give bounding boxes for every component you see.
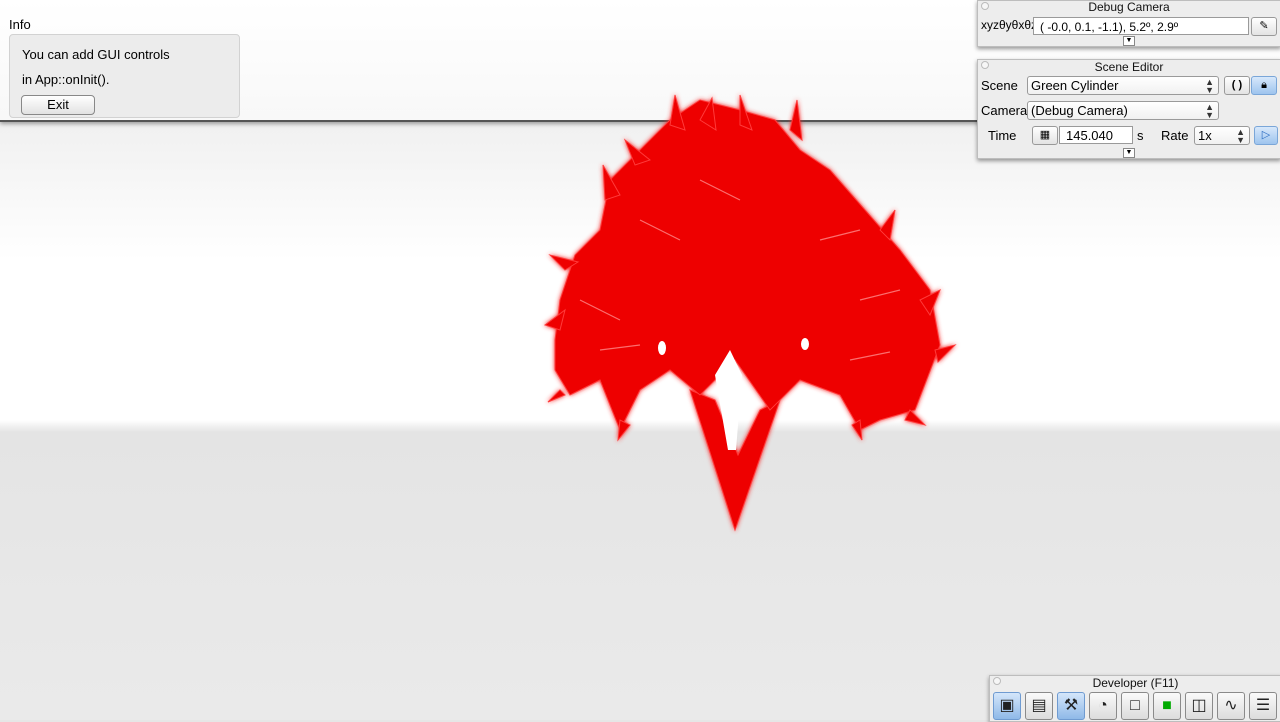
debug-camera-window: Debug Camera xyzθyθxθz ( -0.0, 0.1, -1.1… xyxy=(977,0,1280,47)
camera-select[interactable]: (Debug Camera) ▲ ▼ xyxy=(1027,101,1219,120)
windows-icon[interactable]: ◫ xyxy=(1185,692,1213,720)
scene-label: Scene xyxy=(981,78,1018,93)
scene-select[interactable]: Green Cylinder ▲ ▼ xyxy=(1027,76,1219,95)
camera-bookmark-button[interactable]: ✎ xyxy=(1251,17,1277,36)
play-button[interactable]: ▷ xyxy=(1254,126,1278,145)
reload-icon: ( ) xyxy=(1231,79,1243,91)
scene-select-value: Green Cylinder xyxy=(1031,78,1119,93)
rate-select[interactable]: 1x ▲ ▼ xyxy=(1194,126,1250,145)
info-text-line-2: in App::onInit(). xyxy=(22,72,110,87)
clock-icon[interactable]: ◔ xyxy=(1089,692,1117,720)
chevron-down-icon[interactable]: ▼ xyxy=(1123,36,1135,46)
exit-button[interactable]: Exit xyxy=(21,95,95,115)
tools-icon[interactable]: ⚒ xyxy=(1057,692,1085,720)
camera-label: Camera xyxy=(981,103,1028,118)
camera-icon[interactable]: ▣ xyxy=(993,692,1021,720)
pencil-icon: ✎ xyxy=(1259,20,1269,32)
coord-label: xyzθyθxθz xyxy=(981,18,1038,32)
window-title[interactable]: Developer (F11) xyxy=(990,677,1280,689)
window-title[interactable]: Debug Camera xyxy=(978,1,1280,13)
time-lock-button[interactable]: ▦ xyxy=(1032,126,1058,145)
rate-select-value: 1x xyxy=(1198,128,1212,143)
time-field[interactable]: 145.040 xyxy=(1059,126,1133,144)
document-icon[interactable]: ☰ xyxy=(1249,692,1277,720)
terminal-icon[interactable]: ■ xyxy=(1153,692,1181,720)
updown-icon: ▲ ▼ xyxy=(1236,127,1245,145)
developer-window: Developer (F11) ▣ ▤ ⚒ ◔ □ ■ ◫ ∿ ☰ xyxy=(989,675,1280,722)
time-label: Time xyxy=(988,128,1017,143)
reload-scene-button[interactable]: ( ) xyxy=(1224,76,1250,95)
camera-select-value: (Debug Camera) xyxy=(1031,103,1128,118)
updown-icon: ▲ ▼ xyxy=(1205,102,1214,120)
chevron-down-icon[interactable]: ▼ xyxy=(1123,148,1135,158)
info-title: Info xyxy=(9,17,31,32)
rate-label: Rate xyxy=(1161,128,1189,143)
info-text-line-1: You can add GUI controls xyxy=(22,47,170,62)
window-title[interactable]: Scene Editor xyxy=(978,61,1280,73)
lock-button[interactable]: 🔒︎ xyxy=(1251,76,1277,95)
camera-coord-field[interactable]: ( -0.0, 0.1, -1.1), 5.2º, 2.9º xyxy=(1033,17,1249,35)
updown-icon: ▲ ▼ xyxy=(1205,77,1214,95)
note-icon[interactable]: □ xyxy=(1121,692,1149,720)
clapperboard-icon[interactable]: ▤ xyxy=(1025,692,1053,720)
play-icon: ▷ xyxy=(1261,129,1271,141)
lock-icon: 🔒︎ xyxy=(1261,79,1267,91)
film-icon: ▦ xyxy=(1039,129,1051,141)
graph-monitor-icon[interactable]: ∿ xyxy=(1217,692,1245,720)
info-panel: You can add GUI controls in App::onInit(… xyxy=(9,34,240,118)
time-unit: s xyxy=(1137,128,1144,143)
scene-editor-window: Scene Editor Scene Green Cylinder ▲ ▼ ( )… xyxy=(977,59,1280,159)
